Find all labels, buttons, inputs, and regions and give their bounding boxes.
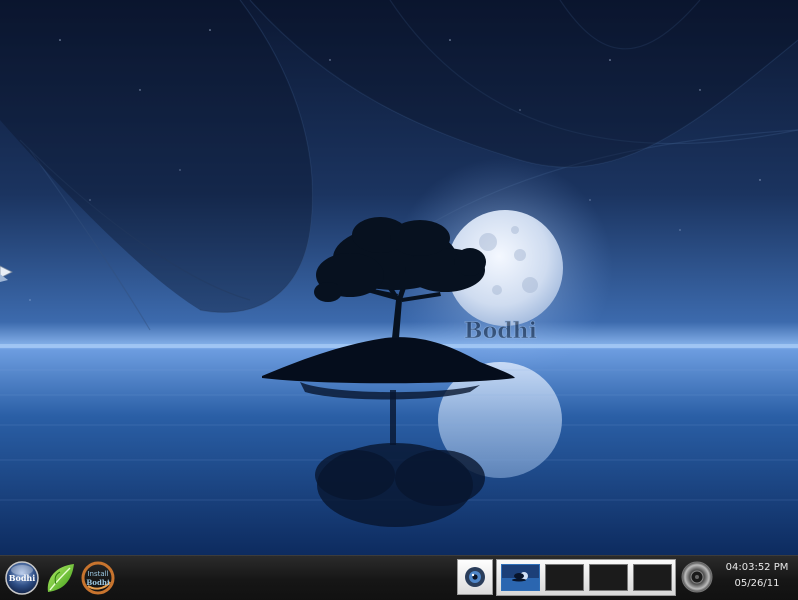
speaker-icon[interactable]: [680, 560, 714, 594]
install-bodhi-icon[interactable]: Install Bodhi: [80, 560, 116, 596]
taskbar: Bodhi Install Bodhi 04:03:52 PM 05/26/11: [0, 555, 798, 600]
desktop-shortcut-icon[interactable]: [0, 262, 14, 284]
eye-icon: [465, 567, 485, 587]
show-desktop-button[interactable]: [457, 559, 493, 595]
bodhi-start-button[interactable]: Bodhi: [4, 560, 40, 596]
pager-desktop-3[interactable]: [589, 564, 628, 591]
start-button-label: Bodhi: [9, 573, 36, 583]
pager-desktop-1[interactable]: [501, 564, 540, 591]
install-label-line2: Bodhi: [86, 578, 110, 587]
clock-date: 05/26/11: [734, 578, 780, 589]
pager-desktop-2[interactable]: [545, 564, 584, 591]
wallpaper-logo: Bodhi: [464, 318, 537, 344]
desktop-pager: [496, 559, 676, 596]
leaf-app-icon[interactable]: [42, 560, 78, 596]
clock-time: 04:03:52 PM: [725, 562, 789, 573]
pager-desktop-4[interactable]: [633, 564, 672, 591]
clock[interactable]: 04:03:52 PM 05/26/11: [718, 560, 796, 592]
desktop-1-thumbnail: [502, 565, 539, 590]
wallpaper-night-moon-tree: Bodhi: [0, 0, 798, 555]
install-label-line1: Install: [87, 570, 108, 578]
desktop: Bodhi: [0, 0, 798, 555]
